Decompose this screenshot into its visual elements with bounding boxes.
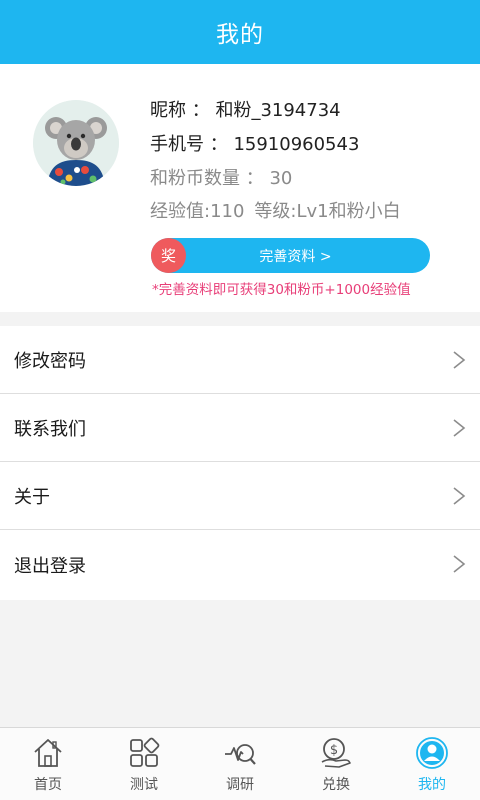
tab-test[interactable]: 测试 bbox=[96, 728, 192, 800]
menu-item-contact-us[interactable]: 联系我们 bbox=[0, 394, 480, 462]
tab-survey[interactable]: 调研 bbox=[192, 728, 288, 800]
home-icon bbox=[34, 739, 62, 767]
phone-text: 手机号 ： 15910960543 bbox=[150, 134, 360, 155]
user-icon bbox=[416, 737, 448, 769]
tab-label: 调研 bbox=[226, 777, 254, 793]
menu-item-label: 关于 bbox=[14, 486, 50, 508]
reward-badge: 奖 bbox=[151, 238, 186, 273]
experience-level-line: 经验值:110 等级:Lv1和粉小白 bbox=[150, 197, 401, 223]
experience-text: 经验值:110 bbox=[150, 201, 245, 222]
tab-label: 兑换 bbox=[322, 777, 350, 793]
tab-label: 测试 bbox=[130, 777, 158, 793]
app-header: 我的 bbox=[0, 0, 480, 64]
tab-label: 首页 bbox=[34, 777, 62, 793]
complete-profile-label: 完善资料 > bbox=[259, 248, 332, 265]
bottom-tab-bar: 首页 测试 调研 $ 兑换 我的 bbox=[0, 727, 480, 800]
page-title: 我的 bbox=[216, 22, 264, 48]
chevron-right-icon bbox=[453, 487, 466, 505]
menu-item-label: 联系我们 bbox=[14, 418, 86, 440]
chevron-right-icon bbox=[453, 351, 466, 369]
nickname-text: 昵称 ： 和粉_3194734 bbox=[150, 100, 341, 121]
koala-avatar-icon bbox=[33, 100, 119, 186]
avatar[interactable] bbox=[33, 100, 119, 186]
menu-item-label: 修改密码 bbox=[14, 350, 86, 372]
level-text: 等级:Lv1和粉小白 bbox=[254, 201, 401, 222]
menu-item-change-password[interactable]: 修改密码 bbox=[0, 326, 480, 394]
tab-exchange[interactable]: $ 兑换 bbox=[288, 728, 384, 800]
tab-home[interactable]: 首页 bbox=[0, 728, 96, 800]
coins-text: 和粉币数量 ： 30 bbox=[150, 168, 293, 189]
tab-mine[interactable]: 我的 bbox=[384, 728, 480, 800]
tab-label: 我的 bbox=[418, 777, 446, 793]
settings-menu: 修改密码 联系我们 关于 退出登录 bbox=[0, 326, 480, 600]
reward-hint: *完善资料即可获得30和粉币+1000经验值 bbox=[152, 282, 411, 298]
chevron-right-icon bbox=[453, 419, 466, 437]
complete-profile-button[interactable]: 完善资料 > 奖 bbox=[151, 238, 430, 273]
grid-icon bbox=[130, 737, 160, 767]
menu-item-logout[interactable]: 退出登录 bbox=[0, 530, 480, 600]
svg-text:$: $ bbox=[330, 743, 338, 758]
chevron-right-icon bbox=[453, 555, 466, 573]
menu-item-about[interactable]: 关于 bbox=[0, 462, 480, 530]
chart-search-icon bbox=[225, 744, 256, 765]
coin-exchange-icon: $ bbox=[321, 738, 351, 768]
profile-card: 昵称 ： 和粉_3194734 手机号 ： 15910960543 和粉币数量 … bbox=[0, 64, 480, 312]
menu-item-label: 退出登录 bbox=[14, 556, 86, 577]
